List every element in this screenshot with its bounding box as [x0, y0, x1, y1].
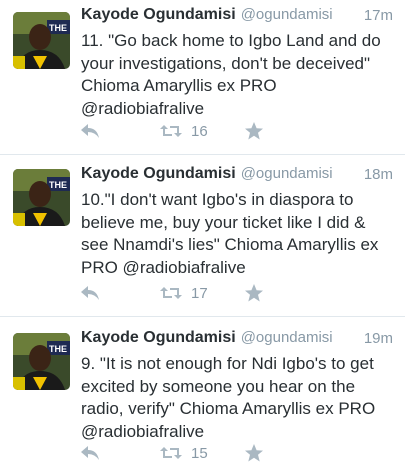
retweet-count: 15: [191, 444, 208, 462]
tweet[interactable]: THE Kayode Ogundamisi @ogundamisi 19m 9. …: [0, 317, 405, 473]
retweet-count: 17: [191, 284, 208, 302]
reply-arrow-icon: [81, 446, 99, 460]
avatar[interactable]: THE: [13, 169, 70, 226]
favorite-button[interactable]: [244, 441, 264, 465]
avatar[interactable]: THE: [13, 333, 70, 390]
reply-arrow-icon: [81, 124, 99, 138]
reply-button[interactable]: [80, 441, 100, 465]
tweet[interactable]: THE Kayode Ogundamisi @ogundamisi 17m 11.…: [0, 0, 405, 155]
tweet-text: 10."I don't want Igbo's in diaspora to b…: [81, 190, 379, 277]
favorite-button[interactable]: [244, 281, 264, 305]
favorite-button[interactable]: [244, 119, 264, 143]
retweet-icon: [160, 125, 182, 137]
author-handle[interactable]: @ogundamisi: [241, 165, 333, 182]
author-name[interactable]: Kayode Ogundamisi: [81, 165, 236, 182]
tweet-text: 11. "Go back home to Igbo Land and do yo…: [81, 31, 381, 118]
avatar-image: THE: [13, 12, 70, 69]
retweet-count: 16: [191, 122, 208, 140]
avatar-image: THE: [13, 333, 70, 390]
star-icon: [245, 284, 263, 302]
reply-button[interactable]: [80, 281, 100, 305]
avatar-image: THE: [13, 169, 70, 226]
svg-text:THE: THE: [49, 344, 67, 354]
author-handle[interactable]: @ogundamisi: [241, 6, 333, 23]
tweet-actions: 17: [80, 281, 280, 305]
star-icon: [245, 444, 263, 462]
retweet-button[interactable]: 15: [159, 441, 208, 465]
avatar[interactable]: THE: [13, 12, 70, 69]
author-handle[interactable]: @ogundamisi: [241, 329, 333, 346]
retweet-icon: [160, 287, 182, 299]
tweet-header: Kayode Ogundamisi @ogundamisi 18m: [81, 165, 393, 187]
tweet-timestamp[interactable]: 18m: [364, 166, 393, 183]
tweet-feed: THE Kayode Ogundamisi @ogundamisi 17m 11.…: [0, 0, 405, 473]
svg-text:THE: THE: [49, 180, 67, 190]
reply-button[interactable]: [80, 119, 100, 143]
retweet-button[interactable]: 16: [159, 119, 208, 143]
tweet-actions: 16: [80, 119, 280, 143]
reply-arrow-icon: [81, 286, 99, 300]
tweet-actions: 15: [80, 441, 280, 465]
star-icon: [245, 122, 263, 140]
author-name[interactable]: Kayode Ogundamisi: [81, 6, 236, 23]
tweet-text: 9. "It is not enough for Ndi Igbo's to g…: [81, 354, 376, 441]
retweet-icon: [160, 447, 182, 459]
tweet[interactable]: THE Kayode Ogundamisi @ogundamisi 18m 10.…: [0, 155, 405, 317]
tweet-header: Kayode Ogundamisi @ogundamisi 19m: [81, 329, 393, 351]
tweet-timestamp[interactable]: 19m: [364, 330, 393, 347]
author-name[interactable]: Kayode Ogundamisi: [81, 329, 236, 346]
tweet-timestamp[interactable]: 17m: [364, 7, 393, 24]
retweet-button[interactable]: 17: [159, 281, 208, 305]
svg-text:THE: THE: [49, 23, 67, 33]
tweet-header: Kayode Ogundamisi @ogundamisi 17m: [81, 6, 393, 28]
